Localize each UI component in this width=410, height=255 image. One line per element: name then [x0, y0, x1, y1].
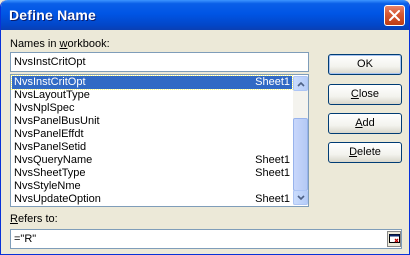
scroll-thumb[interactable] — [293, 118, 308, 191]
names-list[interactable]: NvsInstCritOpt Sheet1 NvsLayoutType NvsN… — [10, 74, 309, 207]
collapse-dialog-icon — [389, 234, 400, 243]
list-item[interactable]: NvsLayoutType — [12, 89, 292, 102]
refers-to-label: Refers to: — [10, 213, 58, 225]
close-button[interactable]: Close — [328, 84, 402, 105]
list-item[interactable]: NvsSheetType Sheet1 — [12, 167, 292, 180]
list-item[interactable]: NvsPanelSetid — [12, 141, 292, 154]
ok-button[interactable]: OK — [328, 54, 402, 75]
refers-to-value: ="R" — [14, 233, 37, 245]
list-item[interactable]: NvsQueryName Sheet1 — [12, 154, 292, 167]
scroll-up-button[interactable] — [293, 76, 308, 91]
add-button[interactable]: Add — [328, 113, 402, 134]
list-item[interactable]: NvsUpdateOption Sheet1 — [12, 193, 292, 206]
arrow-down-icon — [297, 195, 305, 201]
names-in-workbook-label: Names in workbook: — [10, 38, 110, 50]
title-bar[interactable]: Define Name — [1, 0, 409, 30]
name-input[interactable]: NvsInstCritOpt — [10, 52, 309, 72]
scroll-down-button[interactable] — [293, 190, 308, 205]
collapse-dialog-button[interactable] — [387, 231, 401, 247]
list-scrollbar[interactable] — [293, 76, 308, 205]
delete-button[interactable]: Delete — [328, 142, 402, 163]
list-item[interactable]: NvsInstCritOpt Sheet1 — [11, 75, 293, 90]
close-window-button[interactable] — [384, 5, 405, 26]
list-item[interactable]: NvsPanelEffdt — [12, 128, 292, 141]
list-item[interactable]: NvsPanelBusUnit — [12, 115, 292, 128]
list-item[interactable]: NvsNplSpec — [12, 102, 292, 115]
close-x-icon — [389, 10, 400, 21]
list-item[interactable]: NvsStyleNme — [12, 180, 292, 193]
dialog-title: Define Name — [9, 7, 97, 23]
arrow-up-icon — [297, 81, 305, 87]
define-name-dialog: Define Name Names in workbook: NvsInstCr… — [0, 0, 410, 255]
refers-to-input[interactable]: ="R" — [10, 229, 402, 249]
